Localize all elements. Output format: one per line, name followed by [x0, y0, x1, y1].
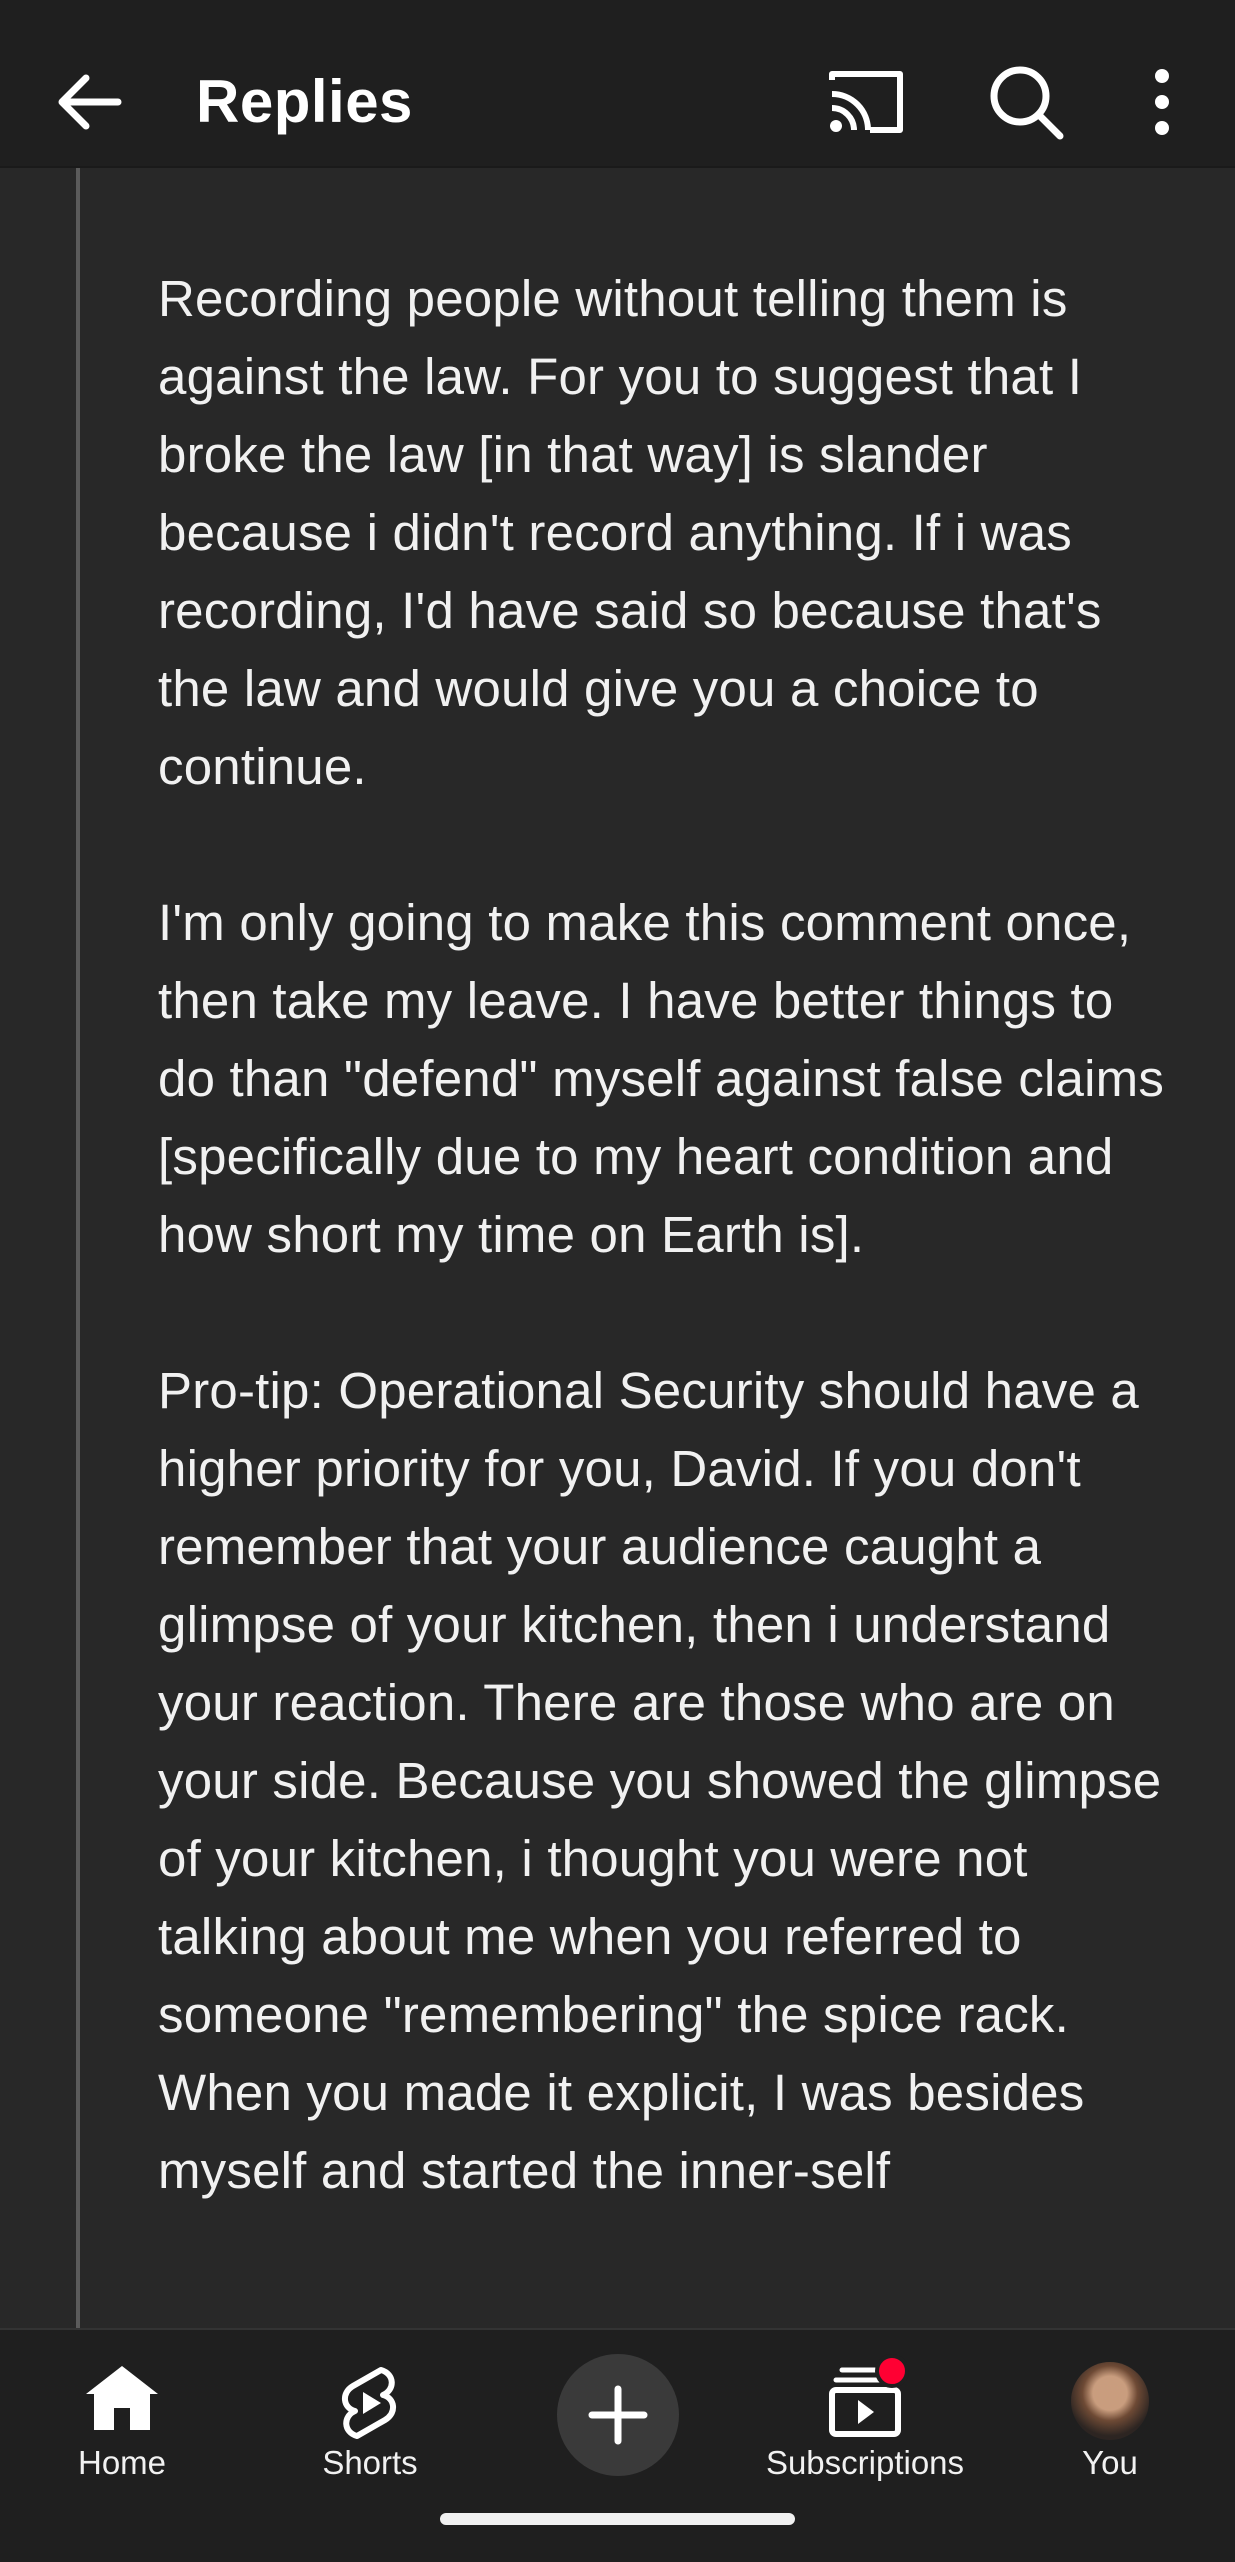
replies-content[interactable]: Recording people without telling them is… [0, 168, 1235, 2328]
search-icon [990, 66, 1064, 140]
create-button[interactable] [557, 2344, 679, 2494]
comment-paragraph: I'm only going to make this comment once… [158, 894, 1165, 1263]
more-vertical-icon [1155, 69, 1169, 135]
back-button[interactable] [50, 62, 130, 142]
cast-button[interactable] [824, 62, 908, 142]
nav-subscriptions[interactable]: Subscriptions [745, 2344, 985, 2494]
page-title: Replies [196, 68, 413, 135]
nav-subscriptions-label: Subscriptions [765, 2444, 965, 2481]
more-options-button[interactable] [1140, 62, 1184, 142]
comment-paragraph: Pro-tip: Operational Security should hav… [158, 1362, 1162, 2199]
nav-you[interactable]: You [1050, 2344, 1170, 2494]
cast-icon [829, 71, 903, 133]
shorts-icon [342, 2367, 396, 2439]
nav-shorts[interactable]: Shorts [290, 2344, 450, 2494]
nav-home-label: Home [77, 2444, 167, 2481]
nav-you-label: You [1082, 2444, 1138, 2481]
comment-body: Recording people without telling them is… [158, 260, 1168, 2288]
nav-home[interactable]: Home [42, 2344, 202, 2494]
app-header: Replies [0, 12, 1235, 168]
nav-shorts-label: Shorts [322, 2444, 418, 2481]
notification-dot [875, 2354, 909, 2388]
create-plus-icon [588, 2385, 648, 2445]
search-button[interactable] [984, 60, 1068, 144]
comment-paragraph: Recording people without telling them is… [158, 270, 1102, 795]
arrow-left-icon [58, 74, 122, 130]
bottom-navigation: Home Shorts Subscriptions You [0, 2328, 1235, 2562]
avatar [1071, 2362, 1149, 2440]
home-indicator-bar[interactable] [440, 2513, 795, 2525]
thread-line [76, 168, 80, 2328]
home-icon [86, 2366, 158, 2430]
status-bar [0, 0, 1235, 12]
